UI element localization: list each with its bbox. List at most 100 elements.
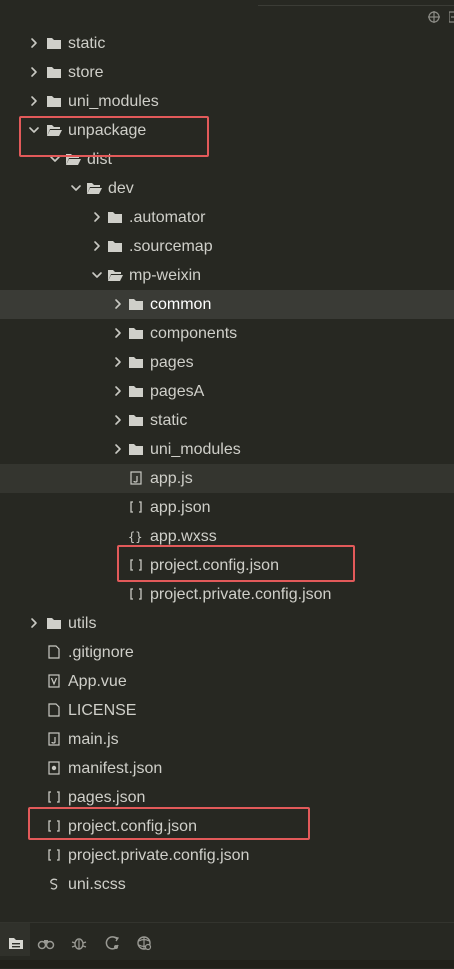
- tree-item-label: uni_modules: [150, 441, 241, 458]
- json-file-icon: [46, 819, 62, 833]
- tree-file-main-js[interactable]: main.js: [0, 725, 454, 754]
- tree-folder-mp-weixin[interactable]: mp-weixin: [0, 261, 454, 290]
- tree-item-label: static: [68, 35, 106, 52]
- collapse-icon[interactable]: [446, 10, 454, 24]
- json-file-icon: [46, 848, 62, 862]
- tree-item-label: pages.json: [68, 789, 146, 806]
- folder-icon: [128, 442, 144, 456]
- header-divider: [258, 0, 454, 6]
- tree-folder-pages[interactable]: pages: [0, 348, 454, 377]
- folder-icon: [46, 94, 62, 108]
- tree-file-project-private-config-json[interactable]: project.private.config.json: [0, 580, 454, 609]
- tree-file-manifest-json[interactable]: manifest.json: [0, 754, 454, 783]
- tree-item-label: uni_modules: [68, 93, 159, 110]
- tree-folder-sourcemap[interactable]: .sourcemap: [0, 232, 454, 261]
- tree-item-label: LICENSE: [68, 702, 137, 719]
- chevron-down-icon[interactable]: [28, 123, 40, 137]
- tree-folder-utils[interactable]: utils: [0, 609, 454, 638]
- chevron-down-icon[interactable]: [49, 152, 61, 166]
- folder-icon: [128, 384, 144, 398]
- debug-icon[interactable]: [70, 934, 88, 952]
- chevron-right-icon[interactable]: [29, 65, 41, 79]
- tree-folder-dev[interactable]: dev: [0, 174, 454, 203]
- chevron-right-icon[interactable]: [113, 355, 125, 369]
- tree-file-app-json[interactable]: app.json: [0, 493, 454, 522]
- search-binoculars-icon[interactable]: [37, 934, 55, 952]
- tree-item-label: App.vue: [68, 673, 127, 690]
- source-control-icon[interactable]: [103, 934, 121, 952]
- folder-icon: [46, 65, 62, 79]
- tree-folder-unpackage[interactable]: unpackage: [0, 116, 454, 145]
- tree-item-label: app.json: [150, 499, 211, 516]
- chevron-down-icon[interactable]: [91, 268, 103, 282]
- tree-item-label: store: [68, 64, 104, 81]
- chevron-right-icon[interactable]: [113, 297, 125, 311]
- chevron-right-icon[interactable]: [113, 384, 125, 398]
- chevron-down-icon[interactable]: [70, 181, 82, 195]
- tree-file-pages-json[interactable]: pages.json: [0, 783, 454, 812]
- tree-folder-uni-modules[interactable]: uni_modules: [0, 435, 454, 464]
- folder-icon: [107, 239, 123, 253]
- folder-icon: [128, 297, 144, 311]
- file-tree: static store uni_modules unpackage dist dev .a…: [0, 29, 454, 899]
- tree-item-label: .automator: [129, 209, 206, 226]
- tree-item-label: pagesA: [150, 383, 205, 400]
- folder-icon: [107, 210, 123, 224]
- tree-file-license[interactable]: LICENSE: [0, 696, 454, 725]
- tree-folder-common[interactable]: common: [0, 290, 454, 319]
- tree-file-project-private-config-json[interactable]: project.private.config.json: [0, 841, 454, 870]
- chevron-right-icon[interactable]: [113, 442, 125, 456]
- folder-open-icon: [107, 268, 123, 282]
- explorer-icon[interactable]: [7, 934, 25, 952]
- css-file-icon: {}: [128, 529, 144, 543]
- tree-folder-uni-modules[interactable]: uni_modules: [0, 87, 454, 116]
- tree-file-app-wxss[interactable]: {} app.wxss: [0, 522, 454, 551]
- tree-item-label: utils: [68, 615, 97, 632]
- tree-file-app-vue[interactable]: App.vue: [0, 667, 454, 696]
- chevron-right-icon[interactable]: [92, 239, 104, 253]
- tree-item-label: static: [150, 412, 188, 429]
- extensions-icon[interactable]: [135, 934, 153, 952]
- tree-file-gitignore[interactable]: .gitignore: [0, 638, 454, 667]
- chevron-right-icon[interactable]: [92, 210, 104, 224]
- folder-icon: [128, 413, 144, 427]
- json-file-icon: [128, 587, 144, 601]
- tree-folder-components[interactable]: components: [0, 319, 454, 348]
- tree-item-label: unpackage: [68, 122, 147, 139]
- tree-folder-automator[interactable]: .automator: [0, 203, 454, 232]
- chevron-right-icon[interactable]: [113, 413, 125, 427]
- folder-open-icon: [86, 181, 102, 195]
- chevron-right-icon[interactable]: [29, 616, 41, 630]
- file-icon: [46, 645, 62, 659]
- folder-icon: [46, 616, 62, 630]
- tree-folder-static[interactable]: static: [0, 406, 454, 435]
- tree-folder-dist[interactable]: dist: [0, 145, 454, 174]
- tree-file-project-config-json[interactable]: project.config.json: [0, 812, 454, 841]
- json-file-icon: [46, 790, 62, 804]
- folder-open-icon: [65, 152, 81, 166]
- svg-text:{}: {}: [128, 530, 142, 543]
- crosshair-icon[interactable]: [427, 10, 441, 24]
- tree-folder-pagesa[interactable]: pagesA: [0, 377, 454, 406]
- js-file-icon: [128, 471, 144, 485]
- tree-file-project-config-json[interactable]: project.config.json: [0, 551, 454, 580]
- tree-file-uni-scss[interactable]: uni.scss: [0, 870, 454, 899]
- tree-folder-store[interactable]: store: [0, 58, 454, 87]
- folder-icon: [46, 36, 62, 50]
- file-icon: [46, 703, 62, 717]
- tree-item-label: app.js: [150, 470, 193, 487]
- chevron-right-icon[interactable]: [29, 94, 41, 108]
- tree-file-app-js[interactable]: app.js: [0, 464, 454, 493]
- tree-item-label: dist: [87, 151, 112, 168]
- tree-item-label: pages: [150, 354, 194, 371]
- vue-file-icon: [46, 674, 62, 688]
- chevron-right-icon[interactable]: [29, 36, 41, 50]
- tree-item-label: main.js: [68, 731, 119, 748]
- folder-open-icon: [46, 123, 62, 137]
- js-file-icon: [46, 732, 62, 746]
- tree-item-label: .gitignore: [68, 644, 134, 661]
- tree-folder-static[interactable]: static: [0, 29, 454, 58]
- chevron-right-icon[interactable]: [113, 326, 125, 340]
- tree-item-label: uni.scss: [68, 876, 126, 893]
- tree-item-label: manifest.json: [68, 760, 163, 777]
